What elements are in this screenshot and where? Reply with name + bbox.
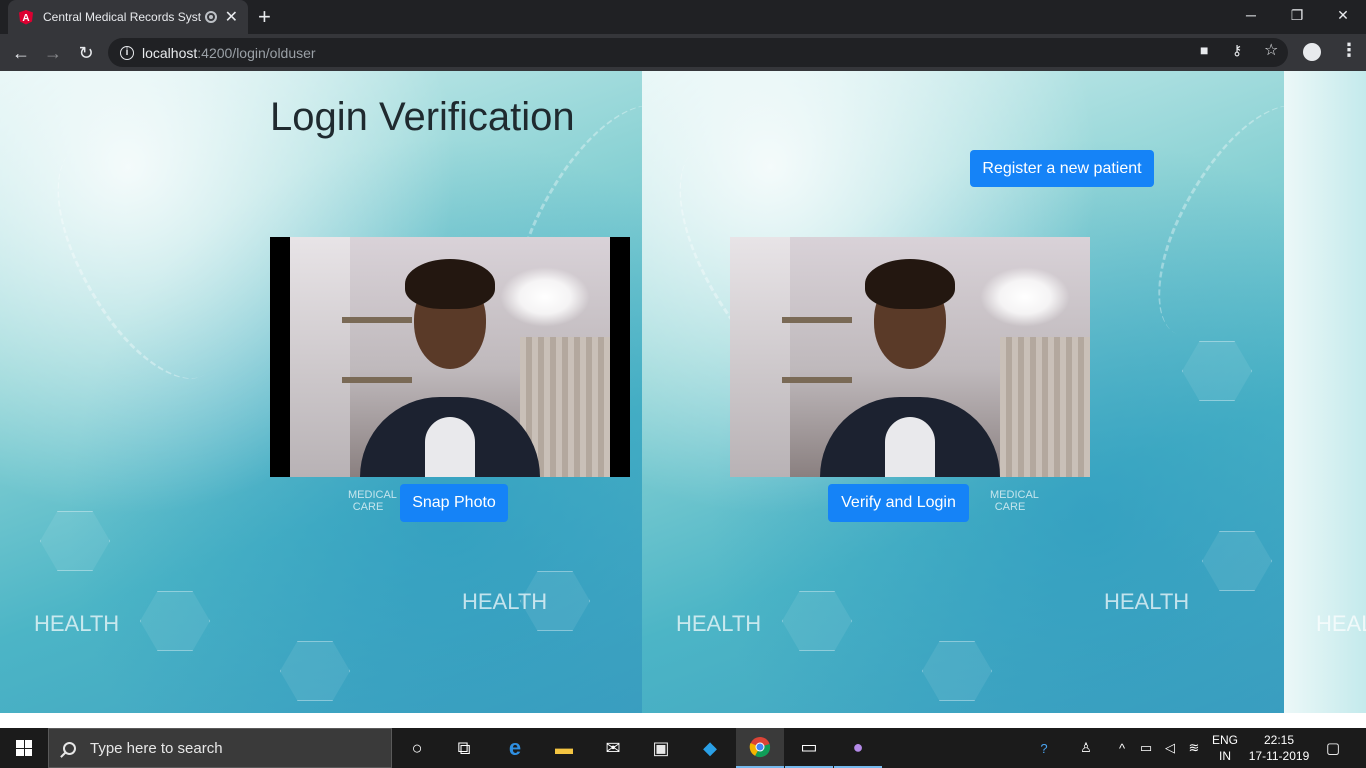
angular-icon: A bbox=[19, 10, 33, 25]
hex-decoration bbox=[1202, 531, 1272, 591]
url-host: localhost bbox=[142, 44, 198, 61]
verify-and-login-button[interactable]: Verify and Login bbox=[828, 484, 969, 522]
hex-decoration bbox=[1182, 341, 1252, 401]
hex-decoration bbox=[280, 641, 350, 701]
windows-logo-icon bbox=[16, 740, 32, 756]
url-path: :4200/login/olduser bbox=[197, 44, 316, 61]
hex-decoration bbox=[40, 511, 110, 571]
battery-icon[interactable]: ▭ bbox=[1136, 728, 1156, 768]
recording-icon bbox=[204, 11, 217, 23]
minimize-button[interactable]: ─ bbox=[1228, 0, 1274, 30]
task-view-icon[interactable]: ⧉ bbox=[440, 728, 488, 768]
reload-button[interactable]: ↻ bbox=[73, 40, 99, 66]
browser-tabstrip: A Central Medical Records Syst ✕ + ─ ❐ ✕ bbox=[0, 0, 1366, 34]
clock-time: 22:15 bbox=[1263, 733, 1295, 747]
forward-button[interactable]: → bbox=[40, 40, 66, 66]
cortana-icon[interactable]: ○ bbox=[393, 728, 441, 768]
tab-central-medical-records[interactable]: A Central Medical Records Syst ✕ bbox=[8, 0, 248, 34]
register-new-patient-button[interactable]: Register a new patient bbox=[970, 150, 1154, 187]
github-desktop-icon[interactable]: ● bbox=[834, 728, 882, 768]
system-clock[interactable]: 22:15 17-11-2019 bbox=[1244, 732, 1314, 764]
tab-title: Central Medical Records Syst bbox=[43, 10, 202, 24]
page-viewport: HEALTH HEALTH MEDICAL CARE HEALTH HEALTH… bbox=[0, 71, 1366, 713]
background-word: HEALTH bbox=[462, 589, 548, 614]
chrome-logo-icon bbox=[749, 737, 771, 758]
volume-muted-icon[interactable]: ◁ bbox=[1160, 728, 1180, 768]
snap-photo-button[interactable]: Snap Photo bbox=[400, 484, 508, 522]
tab-close-icon[interactable]: ✕ bbox=[225, 7, 238, 27]
background-word: MEDICAL CARE bbox=[990, 489, 1039, 513]
star-icon[interactable]: ☆ bbox=[1264, 40, 1278, 60]
site-info-icon[interactable]: i bbox=[120, 45, 134, 60]
search-placeholder: Type here to search bbox=[90, 739, 223, 757]
captured-photo bbox=[730, 237, 1090, 477]
lang-code: ENG bbox=[1211, 733, 1238, 747]
background-word: HEALTH bbox=[1104, 589, 1190, 614]
start-button[interactable] bbox=[0, 728, 48, 768]
chrome-icon[interactable] bbox=[736, 728, 784, 768]
chrome-menu-icon[interactable]: ⋮ bbox=[1340, 40, 1358, 61]
taskbar-search[interactable]: Type here to search bbox=[48, 728, 392, 768]
page-bottom-strip bbox=[0, 713, 1366, 728]
people-icon[interactable]: ♙ bbox=[1074, 728, 1098, 768]
background-word: HEALT bbox=[1316, 611, 1366, 636]
background-edge: HEALT bbox=[1284, 71, 1366, 713]
new-tab-button[interactable]: + bbox=[258, 4, 271, 30]
search-icon bbox=[63, 741, 76, 755]
windows-taskbar: Type here to search ○ ⧉ e ▬ ✉ ▣ ◆ ▭ ● ? … bbox=[0, 728, 1366, 768]
lang-region: IN bbox=[1219, 749, 1231, 763]
webcam-frame bbox=[290, 237, 610, 477]
profile-avatar-icon[interactable] bbox=[1303, 43, 1321, 61]
store-icon[interactable]: ▣ bbox=[637, 728, 685, 768]
webcam-live-view bbox=[270, 237, 630, 477]
notifications-icon[interactable]: ▢ bbox=[1318, 728, 1348, 768]
terminal-icon[interactable]: ▭ bbox=[785, 728, 833, 768]
browser-toolbar: ← → ↻ i localhost :4200/login/olduser ■ … bbox=[0, 34, 1366, 71]
tray-expand-icon[interactable]: ^ bbox=[1112, 728, 1132, 768]
help-icon[interactable]: ? bbox=[1030, 728, 1058, 768]
svg-text:A: A bbox=[22, 13, 29, 24]
file-explorer-icon[interactable]: ▬ bbox=[540, 728, 588, 768]
clock-date: 17-11-2019 bbox=[1248, 749, 1310, 763]
page-title: Login Verification bbox=[270, 95, 575, 139]
input-language[interactable]: ENG IN bbox=[1208, 732, 1242, 764]
snapshot-frame bbox=[730, 237, 1090, 477]
close-window-button[interactable]: ✕ bbox=[1320, 0, 1366, 30]
hex-decoration bbox=[782, 591, 852, 651]
address-bar[interactable]: i localhost :4200/login/olduser bbox=[108, 38, 1288, 67]
hex-decoration bbox=[922, 641, 992, 701]
edge-icon[interactable]: e bbox=[491, 728, 539, 768]
dna-helix-decoration bbox=[16, 120, 264, 402]
background-word: HEALTH bbox=[676, 611, 762, 636]
background-word: MEDICAL CARE bbox=[348, 489, 397, 513]
skype-icon[interactable]: ◆ bbox=[686, 728, 734, 768]
back-button[interactable]: ← bbox=[8, 40, 34, 66]
background-word: HEALTH bbox=[34, 611, 120, 636]
hex-decoration bbox=[140, 591, 210, 651]
key-icon[interactable]: ⚷ bbox=[1232, 42, 1242, 59]
restore-button[interactable]: ❐ bbox=[1274, 0, 1320, 30]
wifi-icon[interactable]: ≋ bbox=[1184, 728, 1204, 768]
camera-icon[interactable]: ■ bbox=[1200, 42, 1208, 58]
mail-icon[interactable]: ✉ bbox=[589, 728, 637, 768]
